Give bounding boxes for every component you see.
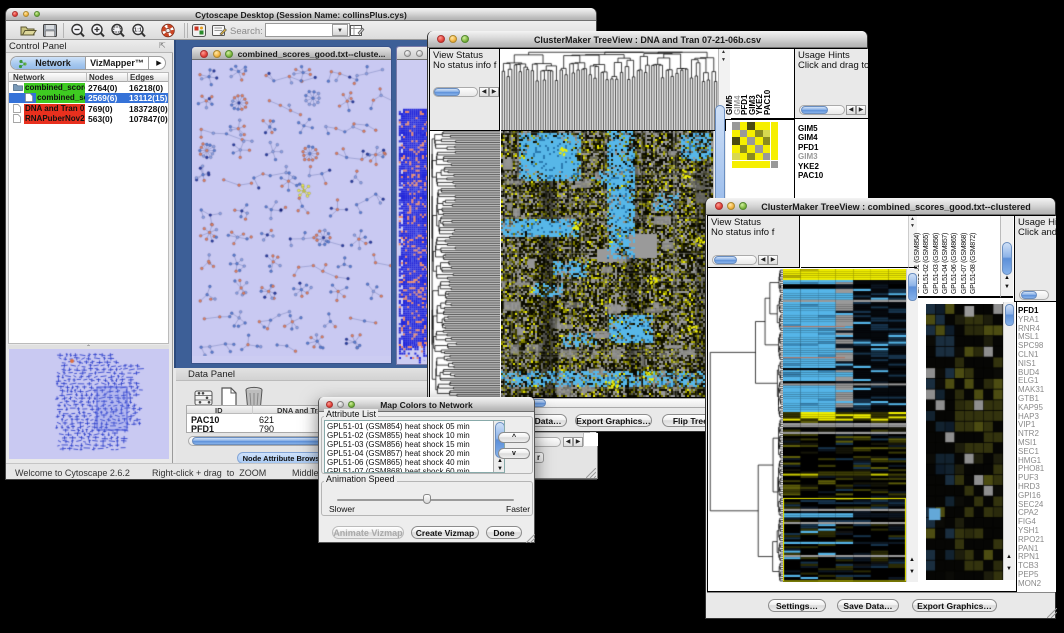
svg-text:1:1: 1:1 — [134, 28, 142, 34]
